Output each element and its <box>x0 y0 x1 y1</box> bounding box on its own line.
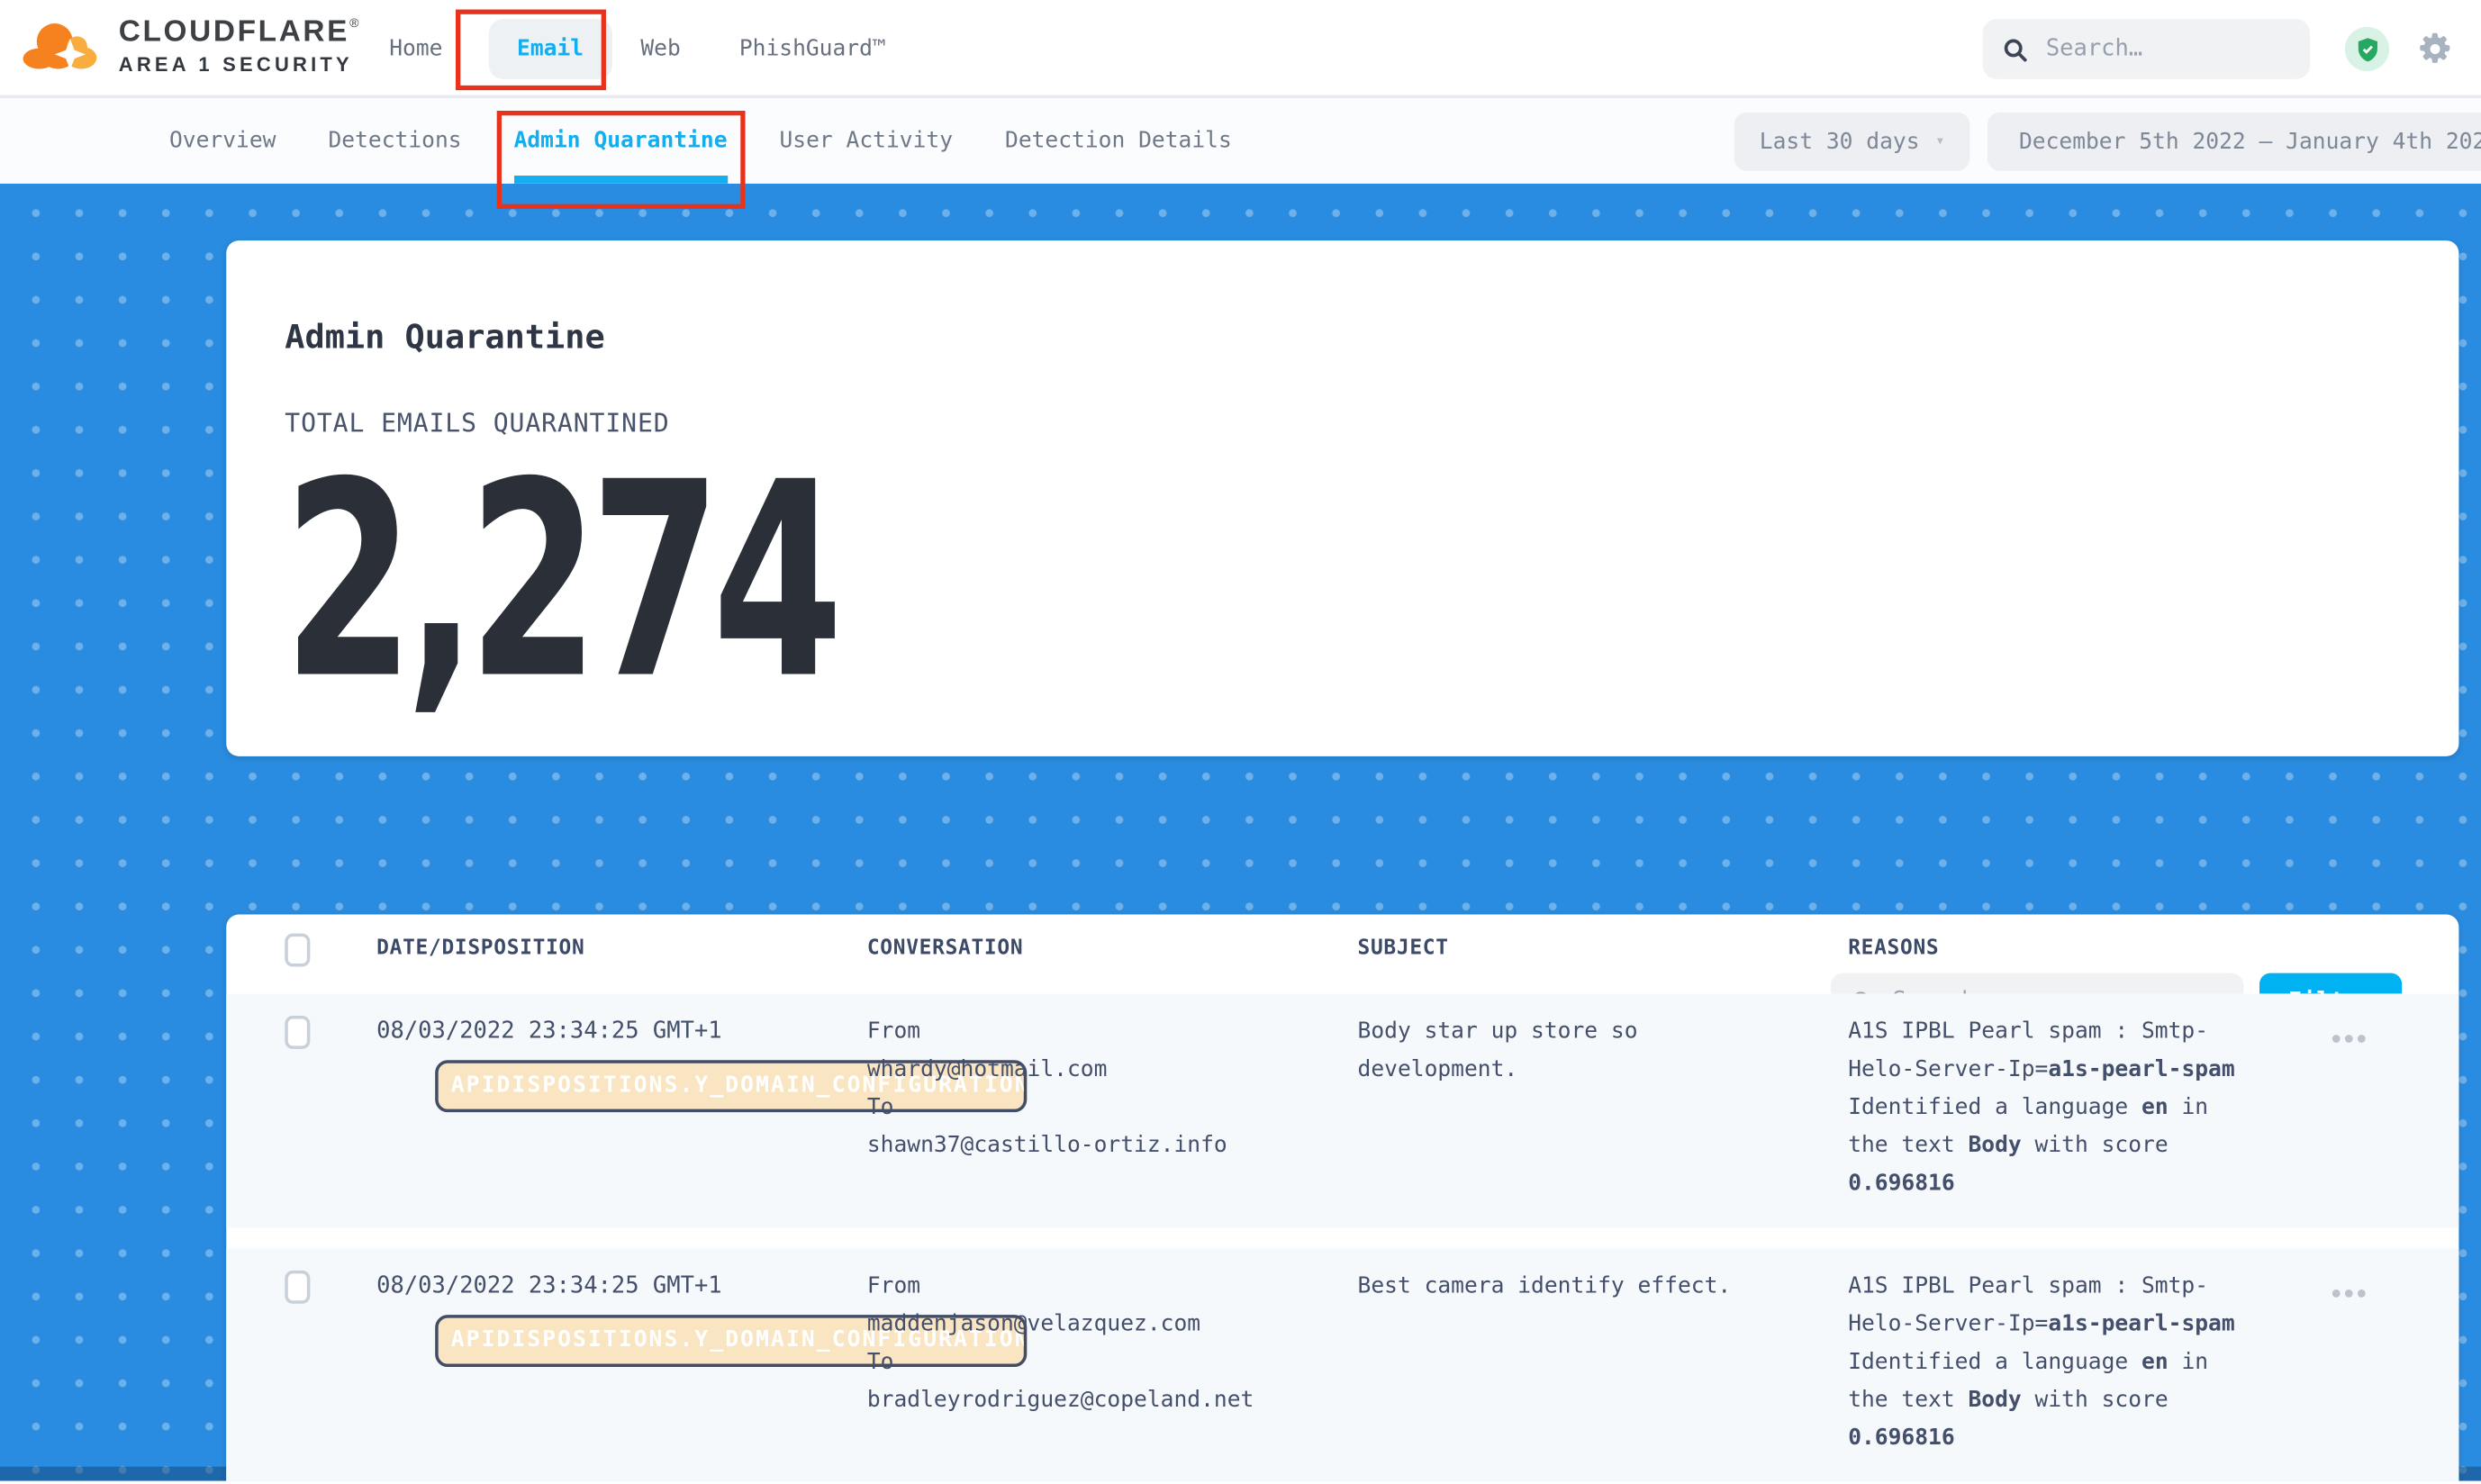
row-menu-cell <box>2301 1267 2395 1457</box>
shield-check-icon <box>2354 36 2381 63</box>
header-nav: Home Email Web PhishGuard™ <box>389 0 912 98</box>
conversation-to-address: shawn37@castillo-ortiz.info <box>867 1127 1358 1164</box>
summary-card-title: Admin Quarantine <box>285 319 604 357</box>
security-status-badge[interactable] <box>2345 27 2389 71</box>
reasons-text: A1S IPBL Pearl spam : Smtp-Helo-Server-I… <box>1848 1267 2243 1457</box>
conversation-from-address: whardy@hotmail.com <box>867 1051 1358 1089</box>
brand-subtitle: AREA 1 SECURITY <box>119 55 359 75</box>
tab-user-activity[interactable]: User Activity <box>779 98 953 184</box>
reasons-cell: A1S IPBL Pearl spam : Smtp-Helo-Server-I… <box>1848 1012 2301 1202</box>
period-dropdown[interactable]: Last 30 days ▾ <box>1734 113 1970 171</box>
tab-overview[interactable]: Overview <box>169 98 276 184</box>
row-menu-button[interactable] <box>2332 1035 2365 1043</box>
column-header-date-disposition: DATE/DISPOSITION <box>376 937 867 960</box>
reasons-cell: A1S IPBL Pearl spam : Smtp-Helo-Server-I… <box>1848 1267 2301 1457</box>
subject-text: Body star up store so development. <box>1358 1012 1753 1088</box>
settings-button[interactable] <box>2418 32 2453 67</box>
conversation-from-address: maddenjason@velazquez.com <box>867 1306 1358 1344</box>
header-search <box>1983 19 2311 79</box>
tab-detection-details[interactable]: Detection Details <box>1005 98 1232 184</box>
date-range-display[interactable]: December 5th 2022 — January 4th 2023 <box>1988 113 2481 171</box>
app-viewport: CLOUDFLARE® AREA 1 SECURITY Home Email Web… <box>0 0 2481 1484</box>
subject-cell: Best camera identify effect. <box>1358 1267 1849 1457</box>
conversation-cell: Frommaddenjason@velazquez.comTobradleyro… <box>867 1267 1358 1457</box>
cloudflare-logo-icon <box>23 17 104 77</box>
gear-icon <box>2418 32 2453 67</box>
conversation-from-label: From <box>867 1012 1358 1050</box>
quarantine-table: DATE/DISPOSITIONCONVERSATIONSUBJECTREASO… <box>226 915 2458 1481</box>
conversation-to-address: bradleyrodriguez@copeland.net <box>867 1381 1358 1419</box>
column-header-subject: SUBJECT <box>1358 937 1849 960</box>
table-row: 08/03/2022 23:34:25 GMT+1APIDISPOSITIONS… <box>226 993 2458 1227</box>
brand-name: CLOUDFLARE <box>119 16 349 50</box>
chevron-down-icon: ▾ <box>1935 133 1945 150</box>
row-checkbox-cell <box>285 1012 376 1202</box>
search-icon <box>2002 36 2029 63</box>
header-search-input[interactable] <box>2042 35 2280 64</box>
top-header: CLOUDFLARE® AREA 1 SECURITY Home Email Web… <box>0 0 2481 98</box>
nav-item-web[interactable]: Web <box>640 36 680 61</box>
conversation-to-label: To <box>867 1089 1358 1127</box>
nav-item-email[interactable]: Email <box>488 19 611 79</box>
row-checkbox[interactable] <box>285 1016 310 1049</box>
row-checkbox-cell <box>285 1267 376 1457</box>
column-header-reasons: REASONS <box>1848 937 2301 960</box>
reasons-text: A1S IPBL Pearl spam : Smtp-Helo-Server-I… <box>1848 1012 2243 1202</box>
page-content: Admin Quarantine TOTAL EMAILS QUARANTINE… <box>0 184 2481 1481</box>
tab-admin-quarantine[interactable]: Admin Quarantine <box>514 98 728 184</box>
total-quarantined-value: 2,274 <box>284 448 835 717</box>
tab-detections[interactable]: Detections <box>328 98 461 184</box>
row-date: 08/03/2022 23:34:25 GMT+1 <box>376 1012 867 1050</box>
cloudflare-brand: CLOUDFLARE® AREA 1 SECURITY <box>23 17 359 77</box>
column-header-conversation: CONVERSATION <box>867 937 1358 960</box>
conversation-from-label: From <box>867 1267 1358 1305</box>
email-subnav: Overview Detections Admin Quarantine User A… <box>0 98 2481 184</box>
row-date: 08/03/2022 23:34:25 GMT+1 <box>376 1267 867 1305</box>
row-menu-button[interactable] <box>2332 1289 2365 1298</box>
conversation-to-label: To <box>867 1344 1358 1381</box>
nav-item-phishguard[interactable]: PhishGuard™ <box>739 36 886 61</box>
subject-text: Best camera identify effect. <box>1358 1267 1753 1305</box>
conversation-cell: Fromwhardy@hotmail.comToshawn37@castillo… <box>867 1012 1358 1202</box>
quarantine-card: Admin Quarantine Filter DATE/DISPOSITION… <box>226 915 2458 1481</box>
row-menu-cell <box>2301 1012 2395 1202</box>
row-checkbox[interactable] <box>285 1271 310 1304</box>
select-all-checkbox[interactable] <box>285 934 310 967</box>
summary-card: Admin Quarantine TOTAL EMAILS QUARANTINE… <box>226 240 2458 756</box>
table-rows: 08/03/2022 23:34:25 GMT+1APIDISPOSITIONS… <box>226 993 2458 1480</box>
brand-trademark: ® <box>349 16 358 31</box>
subject-cell: Body star up store so development. <box>1358 1012 1849 1202</box>
nav-item-home[interactable]: Home <box>389 36 442 61</box>
table-row: 08/03/2022 23:34:25 GMT+1APIDISPOSITIONS… <box>226 1248 2458 1480</box>
